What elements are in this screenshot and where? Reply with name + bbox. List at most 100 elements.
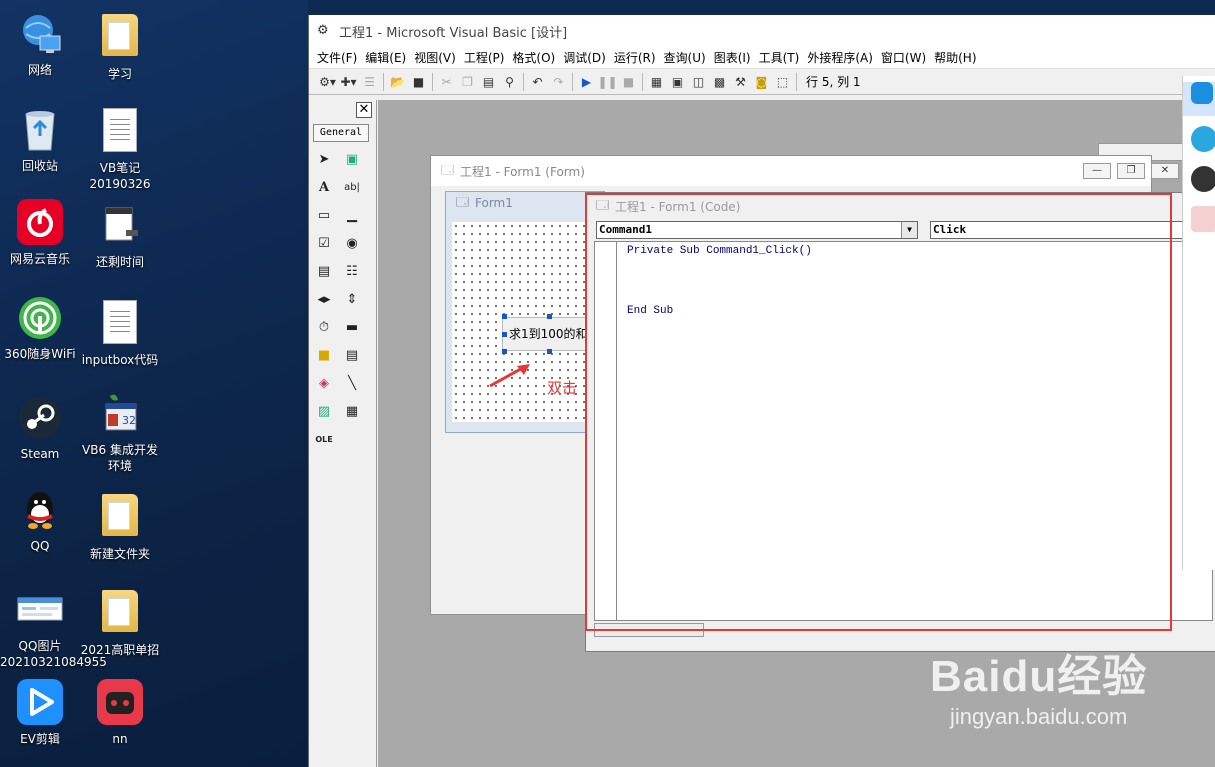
desktop-icon-study-folder[interactable]: 学习 [80,10,160,82]
shape-tool-icon[interactable]: ◈ [313,372,335,394]
ole-tool-icon[interactable]: OLE [313,428,335,450]
chat-avatar[interactable] [1191,126,1215,152]
desktop-icon-360wifi[interactable]: 360随身WiFi [0,294,80,362]
desktop-icon-new-folder[interactable]: 新建文件夹 [80,490,160,562]
find-icon[interactable]: ⚲ [499,72,520,92]
ide-titlebar[interactable]: ⚙ 工程1 - Microsoft Visual Basic [设计] [309,15,1215,47]
add-project-icon[interactable]: ⚙▾ [317,72,338,92]
desktop-icon-inputbox-code[interactable]: inputbox代码 [80,298,160,368]
selection-handle[interactable] [547,349,552,354]
menu-edit[interactable]: 编辑(E) [361,49,410,66]
project-explorer-icon[interactable]: ▦ [646,72,667,92]
menu-project[interactable]: 工程(P) [460,49,509,66]
vscrollbar-tool-icon[interactable]: ⇕ [341,288,363,310]
close-icon[interactable]: ✕ [356,102,372,118]
code-text[interactable]: Private Sub Command1_Click() End Sub [627,244,812,319]
checkbox-tool-icon[interactable]: ☑ [313,232,335,254]
desktop-icon-vb6[interactable]: 32 VB6 集成开发环境 [80,390,160,474]
menu-view[interactable]: 视图(V) [410,49,460,66]
chat-avatar[interactable] [1191,166,1215,192]
paste-icon[interactable]: ▤ [478,72,499,92]
hscrollbar-tool-icon[interactable]: ◂▸ [313,288,335,310]
commandbutton-tool-icon[interactable]: ▁ [341,204,363,226]
chat-thumbnail[interactable] [1191,206,1215,232]
menu-window[interactable]: 窗口(W) [877,49,930,66]
desktop-icon-recycle-bin[interactable]: 回收站 [0,106,80,174]
dirlistbox-tool-icon[interactable]: ■ [313,344,335,366]
drivelistbox-tool-icon[interactable]: ▬ [341,316,363,338]
desktop-icon-2021-folder[interactable]: 2021高职单招 [80,586,160,658]
selection-handle[interactable] [502,349,507,354]
desktop-icon-nn[interactable]: nn [80,678,160,747]
picturebox-tool-icon[interactable]: ▣ [341,148,363,170]
form-layout-icon[interactable]: ◫ [688,72,709,92]
component-manager-icon[interactable]: ⬚ [772,72,793,92]
restore-button[interactable]: ❐ [1117,163,1145,179]
line-tool-icon[interactable]: ╲ [341,372,363,394]
textbox-tool-icon[interactable]: ab| [341,176,363,198]
frame-tool-icon[interactable]: ▭ [313,204,335,226]
end-icon[interactable]: ■ [618,72,639,92]
desktop-icon-qq[interactable]: QQ [0,486,80,554]
arrow-icon [489,364,530,388]
menu-format[interactable]: 格式(O) [508,49,559,66]
form-grid[interactable]: 求1到100的和 [452,222,602,422]
image-tool-icon[interactable]: ▨ [313,400,335,422]
form-window-icon: 🗔 [441,162,455,177]
menu-diagram[interactable]: 图表(I) [710,49,755,66]
desktop-icon-qq-image[interactable]: QQ图片20210321084955 [0,586,107,670]
properties-icon[interactable]: ▣ [667,72,688,92]
desktop-icon-netease-music[interactable]: 网易云音乐 [0,198,80,267]
object-combo[interactable]: Command1 ▼ [596,221,918,239]
folder-icon [96,14,144,62]
save-icon[interactable]: ■ [408,72,429,92]
pointer-tool-icon[interactable]: ➤ [313,148,335,170]
undo-icon[interactable]: ↶ [527,72,548,92]
timer-tool-icon[interactable]: ⏱ [313,316,335,338]
close-button[interactable]: ✕ [1151,163,1179,179]
menu-query[interactable]: 查询(U) [660,49,710,66]
copy-icon[interactable]: ❐ [457,72,478,92]
start-icon[interactable]: ▶ [576,72,597,92]
optionbutton-tool-icon[interactable]: ◉ [341,232,363,254]
open-icon[interactable]: 📂 [387,72,408,92]
code-editor[interactable]: Private Sub Command1_Click() End Sub [594,241,1213,621]
menu-debug[interactable]: 调试(D) [559,49,610,66]
desktop-icon-vb-notes[interactable]: VB笔记20190326 [80,106,160,192]
code-window-titlebar[interactable]: 🗔 工程1 - Form1 (Code) [586,193,1215,219]
selection-handle[interactable] [502,314,507,319]
selection-handle[interactable] [502,332,507,337]
redo-icon[interactable]: ↷ [548,72,569,92]
horizontal-scrollbar[interactable] [594,623,704,637]
menu-addins[interactable]: 外接程序(A) [803,49,877,66]
form-window-titlebar[interactable]: 🗔 工程1 - Form1 (Form) [431,156,1151,186]
object-browser-icon[interactable]: ▩ [709,72,730,92]
chevron-down-icon[interactable]: ▼ [901,222,917,238]
label-tool-icon[interactable]: A [313,176,335,198]
procedure-combo[interactable]: Click [930,221,1215,239]
selection-handle[interactable] [547,314,552,319]
menu-tools[interactable]: 工具(T) [755,49,804,66]
desktop-icon-network[interactable]: 网络 [0,10,80,78]
desktop-icon-steam[interactable]: Steam [0,394,80,462]
desktop-icon-ev-editor[interactable]: EV剪辑 [0,678,80,747]
combobox-tool-icon[interactable]: ▤ [313,260,335,282]
desktop-icon-label: 回收站 [21,159,58,173]
menu-run[interactable]: 运行(R) [610,49,660,66]
toolbox-icon[interactable]: ⚒ [730,72,751,92]
cut-icon[interactable]: ✂ [436,72,457,92]
minimize-button[interactable]: — [1083,163,1111,179]
desktop-icon-time-left[interactable]: 还剩时间 [80,202,160,270]
filelistbox-tool-icon[interactable]: ▤ [341,344,363,366]
menu-editor-icon[interactable]: ☰ [359,72,380,92]
menu-file[interactable]: 文件(F) [313,49,361,66]
listbox-tool-icon[interactable]: ☷ [341,260,363,282]
data-tool-icon[interactable]: ▦ [341,400,363,422]
menu-help[interactable]: 帮助(H) [930,49,980,66]
data-view-icon[interactable]: ◙ [751,72,772,92]
toolbox-general-tab[interactable]: General [313,124,369,142]
code-window-title: 工程1 - Form1 (Code) [615,199,741,214]
search-icon[interactable] [1191,82,1213,104]
add-form-icon[interactable]: ✚▾ [338,72,359,92]
break-icon[interactable]: ❚❚ [597,72,618,92]
